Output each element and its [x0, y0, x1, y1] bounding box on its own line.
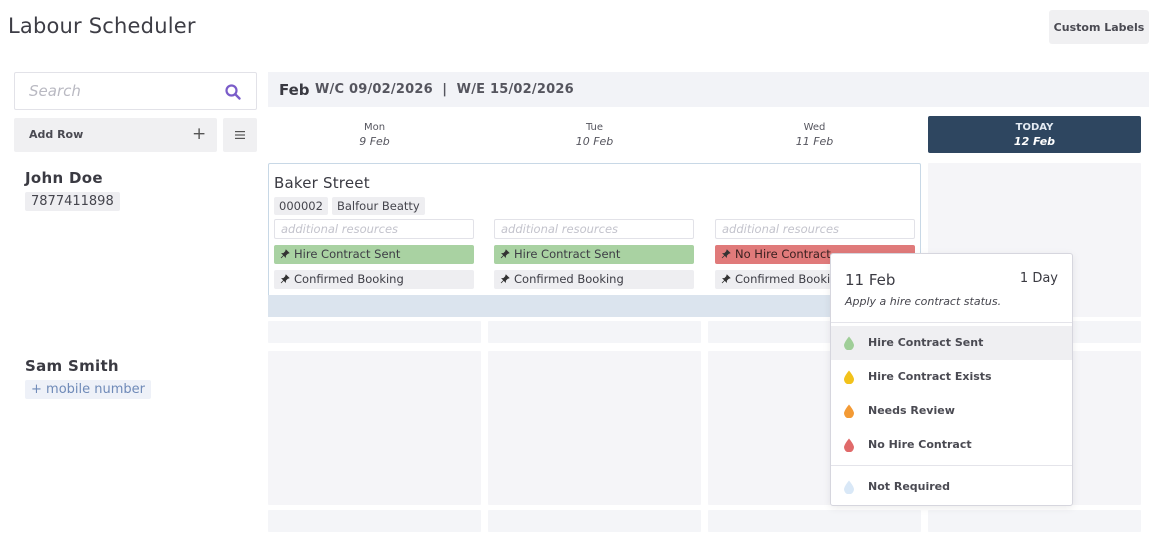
additional-resources-input[interactable]: additional resources: [274, 219, 474, 239]
week-month: Feb: [279, 81, 310, 99]
divider: [831, 465, 1072, 466]
booking-pill[interactable]: Confirmed Booking: [494, 270, 694, 289]
additional-resources-input[interactable]: additional resources: [494, 219, 694, 239]
hire-status-popover: 11 Feb 1 Day Apply a hire contract statu…: [830, 253, 1073, 506]
day-cell-footer[interactable]: [268, 510, 481, 532]
option-needs-review[interactable]: Needs Review: [831, 394, 1072, 428]
phone-chip[interactable]: 7877411898: [25, 192, 120, 211]
day-name: Tue: [585, 122, 604, 133]
pin-icon: [500, 274, 510, 284]
divider: [831, 322, 1072, 323]
droplet-icon: [844, 480, 854, 494]
day-header-mon[interactable]: Mon 9 Feb: [268, 116, 481, 153]
search-box: [14, 72, 257, 110]
day-name: TODAY: [1015, 122, 1054, 133]
day-cell-footer[interactable]: [488, 510, 701, 532]
search-input[interactable]: [15, 73, 215, 109]
option-hire-contract-sent[interactable]: Hire Contract Sent: [831, 326, 1072, 360]
plus-icon: +: [192, 124, 207, 144]
day-header-wed[interactable]: Wed 11 Feb: [708, 116, 921, 153]
day-cell[interactable]: [268, 351, 481, 505]
day-date: 10 Feb: [575, 135, 614, 148]
day-cell-footer[interactable]: [928, 510, 1141, 532]
custom-labels-button[interactable]: Custom Labels: [1049, 10, 1149, 44]
pin-icon: [721, 249, 731, 259]
add-row-label: Add Row: [29, 128, 84, 141]
booking-label: Confirmed Booking: [735, 272, 845, 286]
option-hire-contract-exists[interactable]: Hire Contract Exists: [831, 360, 1072, 394]
droplet-icon: [844, 336, 854, 350]
row-name[interactable]: Sam Smith: [25, 357, 119, 375]
popover-hint: Apply a hire contract status.: [845, 295, 1002, 308]
row-name[interactable]: John Doe: [25, 169, 103, 187]
pin-icon: [280, 274, 290, 284]
day-cell-footer[interactable]: [488, 321, 701, 343]
day-header-tue[interactable]: Tue 10 Feb: [488, 116, 701, 153]
booking-label: Confirmed Booking: [514, 272, 624, 286]
droplet-icon: [844, 438, 854, 452]
day-date: 12 Feb: [1013, 135, 1056, 148]
add-mobile-number-chip[interactable]: + mobile number: [25, 380, 151, 399]
pin-icon: [500, 249, 510, 259]
popover-date: 11 Feb: [845, 271, 896, 289]
search-icon[interactable]: [224, 83, 242, 101]
pin-icon: [721, 274, 731, 284]
droplet-icon: [844, 404, 854, 418]
option-label: Not Required: [868, 480, 951, 493]
day-cell-footer[interactable]: [268, 321, 481, 343]
day-date: 11 Feb: [795, 135, 834, 148]
week-header: Feb W/C 09/02/2026 | W/E 15/02/2026: [268, 72, 1149, 107]
job-title[interactable]: Baker Street: [274, 174, 370, 192]
menu-icon: [235, 131, 245, 139]
option-no-hire-contract[interactable]: No Hire Contract: [831, 428, 1072, 462]
page-title: Labour Scheduler: [8, 14, 196, 38]
option-not-required[interactable]: Not Required: [831, 470, 1072, 504]
additional-resources-input[interactable]: additional resources: [715, 219, 915, 239]
job-card-footer[interactable]: [268, 295, 921, 317]
hire-status-pill[interactable]: Hire Contract Sent: [494, 245, 694, 264]
hire-status-pill[interactable]: Hire Contract Sent: [274, 245, 474, 264]
add-row-button[interactable]: Add Row +: [14, 118, 217, 152]
day-date: 9 Feb: [359, 135, 390, 148]
option-label: No Hire Contract: [868, 438, 972, 451]
droplet-icon: [844, 370, 854, 384]
day-cell[interactable]: [488, 351, 701, 505]
booking-pill[interactable]: Confirmed Booking: [274, 270, 474, 289]
pin-icon: [280, 249, 290, 259]
day-name: Wed: [803, 122, 826, 133]
job-client-chip: Balfour Beatty: [332, 197, 425, 215]
status-label: Hire Contract Sent: [294, 247, 401, 261]
option-label: Needs Review: [868, 404, 955, 417]
job-number-chip: 000002: [274, 197, 328, 215]
row-menu-button[interactable]: [223, 118, 257, 152]
status-label: Hire Contract Sent: [514, 247, 621, 261]
day-name: Mon: [363, 122, 386, 133]
week-range: W/C 09/02/2026 | W/E 15/02/2026: [315, 82, 574, 97]
status-label: No Hire Contract: [735, 247, 831, 261]
day-header-today[interactable]: TODAY 12 Feb: [928, 116, 1141, 153]
popover-duration: 1 Day: [1019, 271, 1058, 286]
day-cell-footer[interactable]: [708, 510, 921, 532]
option-label: Hire Contract Exists: [868, 370, 992, 383]
booking-label: Confirmed Booking: [294, 272, 404, 286]
option-label: Hire Contract Sent: [868, 336, 984, 349]
